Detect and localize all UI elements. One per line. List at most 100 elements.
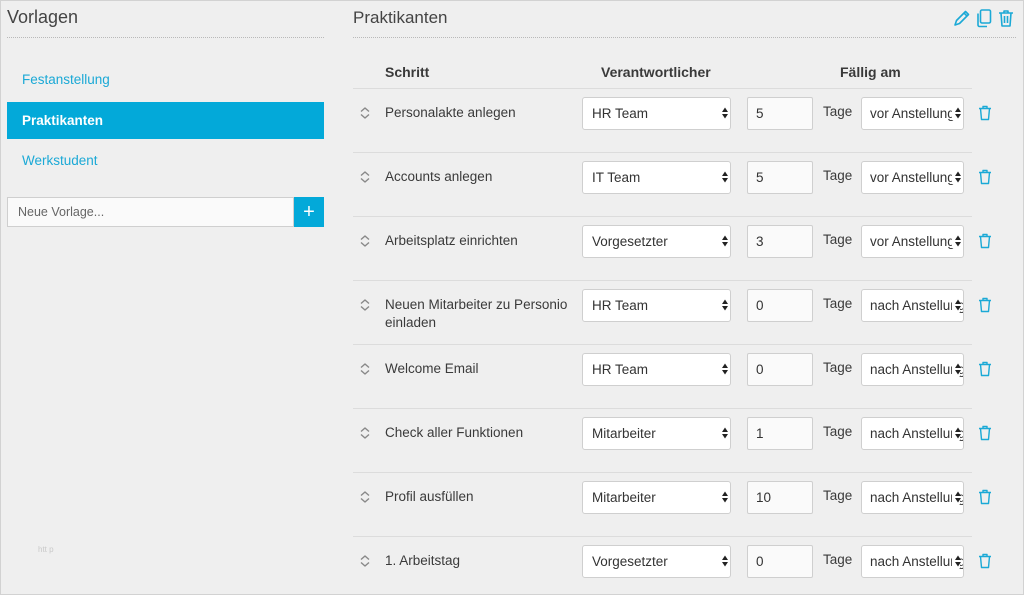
days-input[interactable]: 0 [747,545,813,578]
drag-handle-icon[interactable] [359,362,371,376]
days-input[interactable]: 5 [747,97,813,130]
timing-value: nach Anstellung [870,362,964,377]
step-label: Accounts anlegen [385,169,493,184]
drag-handle-icon[interactable] [359,298,371,312]
column-header-responsible: Verantwortlicher [601,64,711,80]
days-label: Tage [823,552,853,567]
timing-select[interactable]: vor Anstellung [861,97,964,130]
select-caret-icon [952,426,961,440]
responsible-value: HR Team [592,298,649,313]
table-row: Accounts anlegen IT Team 5 Tage vor Anst… [353,152,991,216]
select-caret-icon [719,362,728,376]
responsible-select[interactable]: Mitarbeiter [582,481,731,514]
divider [353,37,1016,38]
select-caret-icon [719,490,728,504]
select-caret-icon [719,234,728,248]
days-input[interactable]: 3 [747,225,813,258]
table-row: Personalakte anlegen HR Team 5 Tage vor … [353,88,991,152]
timing-value: nach Anstellung [870,298,964,313]
responsible-value: IT Team [592,170,641,185]
responsible-value: Mitarbeiter [592,490,656,505]
days-label: Tage [823,296,853,311]
timing-value: vor Anstellung [870,170,955,185]
select-caret-icon [719,554,728,568]
days-input[interactable]: 0 [747,289,813,322]
responsible-select[interactable]: Mitarbeiter [582,417,731,450]
timing-select[interactable]: vor Anstellung [861,161,964,194]
days-label: Tage [823,232,853,247]
select-caret-icon [952,170,961,184]
responsible-select[interactable]: HR Team [582,289,731,322]
column-header-step: Schritt [385,64,430,80]
main-panel: Praktikanten Schritt Verantwortlicher Fä… [353,0,1016,595]
responsible-value: Vorgesetzter [592,554,668,569]
delete-step-icon[interactable] [978,553,992,569]
drag-handle-icon[interactable] [359,554,371,568]
days-input[interactable]: 5 [747,161,813,194]
new-template-form: + [7,197,324,227]
timing-select[interactable]: nach Anstellung [861,481,964,514]
drag-handle-icon[interactable] [359,234,371,248]
drag-handle-icon[interactable] [359,426,371,440]
pencil-icon[interactable] [952,8,972,28]
select-caret-icon [952,234,961,248]
table-row: 1. Arbeitstag Vorgesetzter 0 Tage nach A… [353,536,991,595]
sidebar: Vorlagen Festanstellung Praktikanten Wer… [7,0,324,595]
divider [7,37,324,38]
timing-select[interactable]: nach Anstellung [861,417,964,450]
select-caret-icon [952,298,961,312]
delete-step-icon[interactable] [978,105,992,121]
days-input[interactable]: 10 [747,481,813,514]
copy-icon[interactable] [974,8,994,28]
timing-select[interactable]: nach Anstellung [861,353,964,386]
timing-value: nach Anstellung [870,426,964,441]
drag-handle-icon[interactable] [359,170,371,184]
delete-step-icon[interactable] [978,489,992,505]
trash-icon[interactable] [996,8,1016,28]
page-title: Praktikanten [353,8,448,27]
responsible-value: HR Team [592,362,649,377]
step-label: Profil ausfüllen [385,489,474,504]
days-label: Tage [823,360,853,375]
days-input[interactable]: 0 [747,353,813,386]
table-row: Welcome Email HR Team 0 Tage nach Anstel… [353,344,991,408]
days-input[interactable]: 1 [747,417,813,450]
responsible-select[interactable]: Vorgesetzter [582,545,731,578]
timing-value: vor Anstellung [870,106,955,121]
sidebar-title: Vorlagen [7,7,79,27]
delete-step-icon[interactable] [978,297,992,313]
timing-select[interactable]: vor Anstellung [861,225,964,258]
responsible-select[interactable]: HR Team [582,353,731,386]
table-row: Arbeitsplatz einrichten Vorgesetzter 3 T… [353,216,991,280]
step-label: Check aller Funktionen [385,425,524,440]
select-caret-icon [952,490,961,504]
days-label: Tage [823,424,853,439]
sidebar-item-werkstudent[interactable]: Werkstudent [7,142,324,179]
step-label: Arbeitsplatz einrichten [385,233,518,248]
delete-step-icon[interactable] [978,361,992,377]
delete-step-icon[interactable] [978,233,992,249]
add-template-button[interactable]: + [294,197,324,227]
timing-select[interactable]: nach Anstellung [861,289,964,322]
new-template-input[interactable] [7,197,294,227]
delete-step-icon[interactable] [978,169,992,185]
select-caret-icon [719,298,728,312]
step-label: Personalakte anlegen [385,105,516,120]
column-header-due: Fällig am [840,64,901,80]
select-caret-icon [952,362,961,376]
delete-step-icon[interactable] [978,425,992,441]
timing-value: vor Anstellung [870,234,955,249]
responsible-value: Mitarbeiter [592,426,656,441]
sidebar-item-festanstellung[interactable]: Festanstellung [7,61,324,98]
responsible-select[interactable]: IT Team [582,161,731,194]
select-caret-icon [719,426,728,440]
select-caret-icon [952,554,961,568]
responsible-select[interactable]: HR Team [582,97,731,130]
step-label: Welcome Email [385,361,479,376]
sidebar-item-praktikanten[interactable]: Praktikanten [7,102,324,139]
responsible-select[interactable]: Vorgesetzter [582,225,731,258]
drag-handle-icon[interactable] [359,490,371,504]
timing-select[interactable]: nach Anstellung [861,545,964,578]
days-label: Tage [823,104,853,119]
drag-handle-icon[interactable] [359,106,371,120]
